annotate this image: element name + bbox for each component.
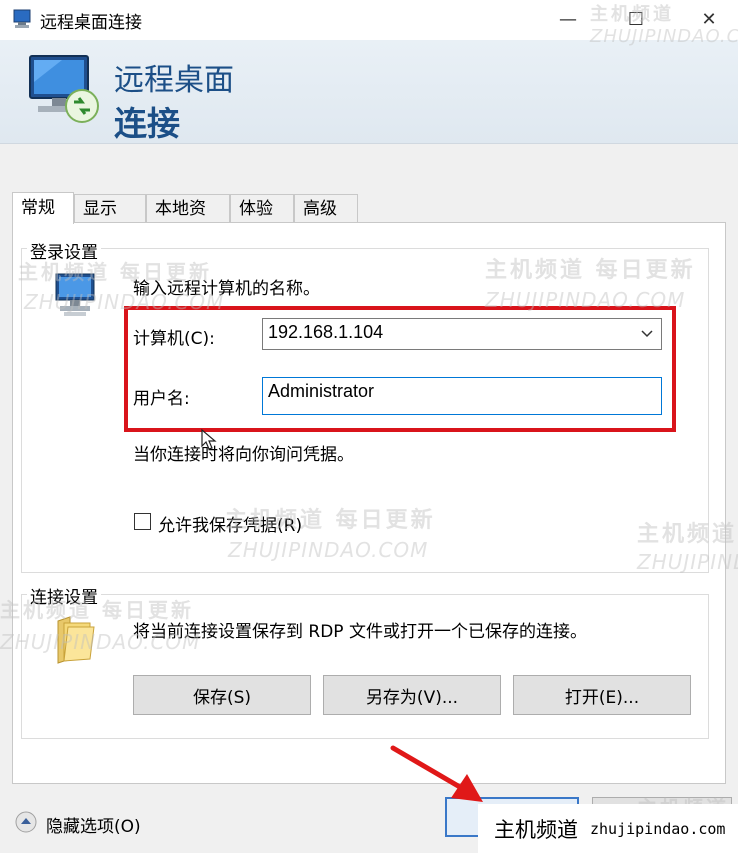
save-credentials-label[interactable]: 允许我保存凭据(R) [158,511,302,536]
header-title-line1: 远程桌面 [114,63,234,98]
collapse-up-icon[interactable] [14,810,38,834]
title-bar: 远程桌面连接 — ☐ ✕ [0,0,738,40]
watermark-badge: 主机频道 zhujipindao.com [478,804,738,853]
connection-description: 将当前连接设置保存到 RDP 文件或打开一个已保存的连接。 [133,622,587,642]
close-button[interactable]: ✕ [686,0,732,38]
tab-general[interactable]: 常规 [12,192,74,224]
watermark-badge-url: zhujipindao.com [590,819,726,838]
red-arrow-annotation [390,745,483,802]
header-title-line2: 连接 [114,104,180,143]
login-prompt: 输入远程计算机的名称。 [133,279,320,299]
remote-desktop-app-icon [13,9,31,28]
mouse-cursor-icon [201,428,217,450]
tab-advanced[interactable]: 高级 [294,194,358,222]
tab-local-resources[interactable]: 本地资源 [146,194,230,247]
maximize-button[interactable]: ☐ [613,0,659,38]
computer-icon [55,273,95,316]
login-settings-label: 登录设置 [27,238,101,263]
save-as-button[interactable]: 另存为(V)... [323,675,501,715]
save-credentials-checkbox[interactable] [134,513,151,530]
watermark-badge-cn: 主机频道 [494,817,578,842]
window-title: 远程桌面连接 [40,13,142,33]
tab-display[interactable]: 显示 [74,194,146,222]
minimize-button[interactable]: — [545,0,591,38]
open-button[interactable]: 打开(E)... [513,675,691,715]
header-banner [0,40,738,144]
folder-icon [57,616,95,664]
connection-settings-group [21,594,709,739]
credential-note: 当你连接时将向你询问凭据。 [133,445,354,465]
connection-settings-label: 连接设置 [27,583,101,608]
save-button[interactable]: 保存(S) [133,675,311,715]
highlight-box [124,306,676,432]
remote-desktop-monitor-icon [29,55,99,123]
hide-options-link[interactable]: 隐藏选项(O) [46,812,141,837]
tab-experience[interactable]: 体验 [230,194,294,222]
